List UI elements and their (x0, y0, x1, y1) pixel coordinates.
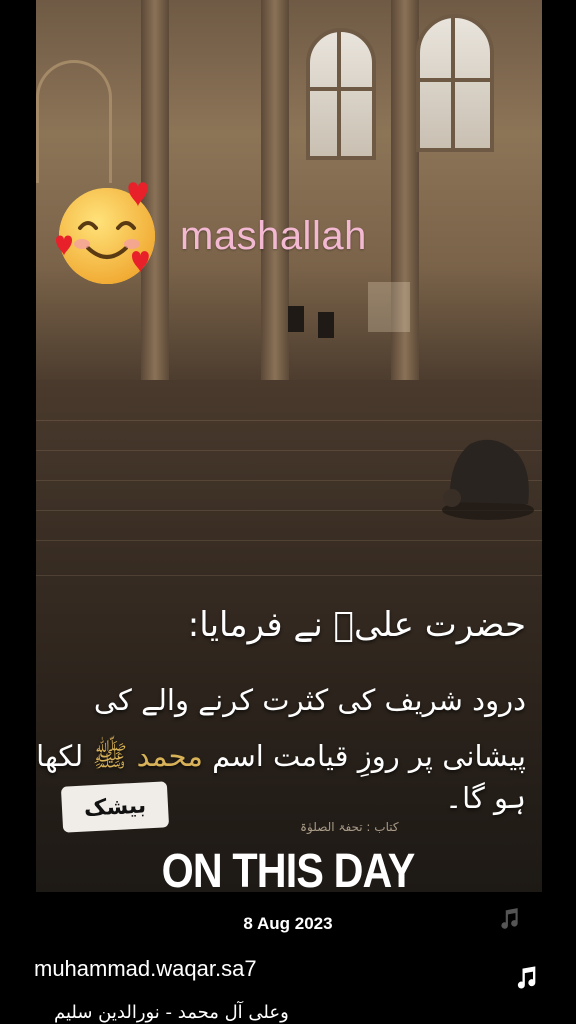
pillar (261, 0, 289, 380)
quote-line-2: درود شریف کی کثرت کرنے والے کی (93, 683, 526, 717)
quote-highlight-name: محمد ﷺ (92, 739, 203, 773)
speaker (288, 306, 304, 332)
quote-line-1: حضرت علیؑ نے فرمایا: (187, 605, 526, 645)
quote-line-3-part1: پیشانی پر روزِ قیامت اسم (202, 739, 526, 773)
beshak-stamp: بیشک (60, 781, 170, 833)
memory-date: 8 Aug 2023 (243, 914, 333, 933)
wall-arch (36, 60, 112, 183)
username-link[interactable]: muhammad.waqar.sa7 (34, 956, 257, 982)
light-glow (368, 282, 410, 332)
mosque-window (306, 28, 376, 160)
praying-person-image (442, 439, 534, 520)
mashallah-sticker-text: mashallah (180, 214, 367, 258)
mosque-window (416, 14, 494, 152)
on-this-day-title: ON THIS DAY (161, 845, 416, 898)
music-note-icon (501, 908, 518, 929)
audio-music-icon[interactable] (512, 964, 540, 992)
book-reference: کتاب : تحفۃ الصلوٰۃ (300, 820, 399, 834)
speaker (318, 312, 334, 338)
smiling-face-with-hearts-icon (56, 182, 155, 284)
audio-track-title[interactable]: وعلی آل محمد - نورالدین سلیم (54, 1002, 289, 1023)
